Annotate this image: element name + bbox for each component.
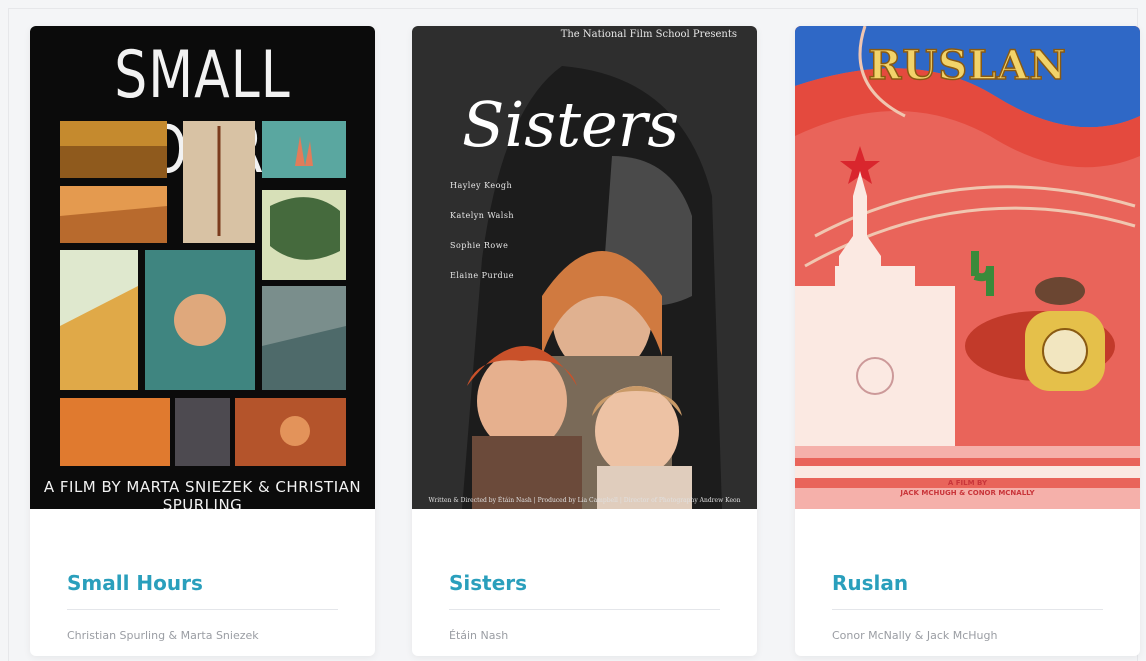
poster-credit-line: A FILM BY xyxy=(947,479,988,487)
poster-artwork xyxy=(795,26,1140,509)
page-frame-top xyxy=(8,8,1138,9)
card-credit: Christian Spurling & Marta Sniezek xyxy=(67,629,259,642)
poster-artwork xyxy=(60,121,346,466)
poster-presents: The National Film School Presents xyxy=(560,29,737,40)
card-credit: Étáin Nash xyxy=(449,629,509,642)
poster-credit-line: JACK MCHUGH & CONOR MCNALLY xyxy=(900,489,1035,497)
poster-cast-member: Elaine Purdue xyxy=(450,271,515,280)
film-card-sisters[interactable]: The National Film School Presents Sister… xyxy=(412,26,757,656)
card-body: Ruslan Conor McNally & Jack McHugh xyxy=(795,509,1140,656)
card-divider xyxy=(67,609,338,610)
card-title[interactable]: Sisters xyxy=(449,571,527,595)
poster-credit: A FILM BY MARTA SNIEZEK & CHRISTIAN SPUR… xyxy=(43,478,362,509)
card-body: Sisters Étáin Nash xyxy=(412,509,757,656)
card-credit: Conor McNally & Jack McHugh xyxy=(832,629,998,642)
card-divider xyxy=(449,609,720,610)
poster-ruslan[interactable]: RUSLAN A FILM BY JACK MCHUGH & CONOR MCN… xyxy=(795,26,1140,509)
poster-sisters[interactable]: The National Film School Presents Sister… xyxy=(412,26,757,509)
poster-title: Sisters xyxy=(462,88,680,161)
card-title[interactable]: Ruslan xyxy=(832,571,908,595)
poster-small-hours[interactable]: SMALL HOURS A FILM BY MARTA SNIEZEK & CH… xyxy=(30,26,375,509)
card-body: Small Hours Christian Spurling & Marta S… xyxy=(30,509,375,656)
poster-cast-list: Hayley Keogh Katelyn Walsh Sophie Rowe E… xyxy=(450,181,514,301)
card-divider xyxy=(832,609,1103,610)
film-card-small-hours[interactable]: SMALL HOURS A FILM BY MARTA SNIEZEK & CH… xyxy=(30,26,375,656)
poster-billing-block: Written & Directed by Étáin Nash | Produ… xyxy=(428,497,741,504)
poster-cast-member: Katelyn Walsh xyxy=(450,211,515,220)
card-title[interactable]: Small Hours xyxy=(67,571,203,595)
poster-cast-member: Hayley Keogh xyxy=(450,181,513,190)
poster-title: RUSLAN xyxy=(867,41,1067,90)
film-card-ruslan[interactable]: RUSLAN A FILM BY JACK MCHUGH & CONOR MCN… xyxy=(795,26,1140,656)
page-frame-left xyxy=(8,8,9,661)
poster-credit: A FILM BY JACK MCHUGH & CONOR MCNALLY xyxy=(795,478,1140,498)
poster-cast-member: Sophie Rowe xyxy=(450,241,509,250)
